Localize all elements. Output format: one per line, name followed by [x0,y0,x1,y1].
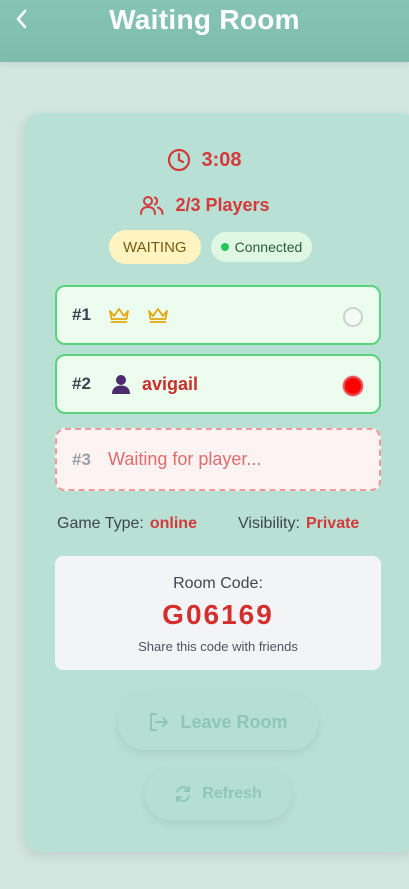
user-icon [112,375,130,394]
visibility-value: Private [305,515,360,532]
status-badges: WAITING Connected [109,230,313,264]
refresh-label: Refresh [202,785,262,802]
connection-badge: Connected [210,232,313,262]
refresh-icon [176,786,191,802]
timer-value: 3:08 [201,148,242,171]
ready-indicator [343,376,363,396]
page-title: Waiting Room [109,4,300,35]
visibility-label: Visibility: [238,515,300,532]
slot-number: #2 [72,374,91,393]
connected-dot-icon [220,243,229,251]
logout-icon [150,713,169,731]
connection-label: Connected [234,239,303,255]
clock-icon [168,148,191,172]
crown-icon [148,308,168,323]
players-count-label: 2/3 Players [175,194,270,215]
room-code-label: Room Code: [173,575,263,592]
crown-icon [109,308,129,323]
header-bar: Waiting Room [0,0,409,62]
slot-number: #3 [72,449,91,469]
refresh-button[interactable]: Refresh [145,768,291,820]
slot-number: #1 [72,305,91,324]
room-state-badge: WAITING [109,230,201,264]
room-code-hint: Share this code with friends [138,639,298,654]
player-slot-1[interactable]: #1 [55,285,381,345]
countdown-timer: 3:08 [0,148,409,172]
players-count: 2/3 Players [0,193,409,217]
leave-room-button[interactable]: Leave Room [118,694,318,750]
game-type-value: online [149,515,197,532]
game-type: Game Type: online [57,515,197,533]
player-name: avigail [142,373,199,394]
visibility: Visibility: Private [238,515,359,533]
waiting-for-player-label: Waiting for player... [108,449,262,469]
room-code-value[interactable]: G06169 [55,599,381,631]
player-slot-2[interactable]: #2 avigail [55,354,381,414]
ready-indicator [343,307,363,327]
room-code-box: Room Code: G06169 Share this code with f… [55,556,381,670]
game-type-label: Game Type: [57,515,144,532]
leave-room-label: Leave Room [180,711,288,732]
users-icon [140,196,164,215]
player-slot-3-empty: #3 Waiting for player... [55,428,381,491]
